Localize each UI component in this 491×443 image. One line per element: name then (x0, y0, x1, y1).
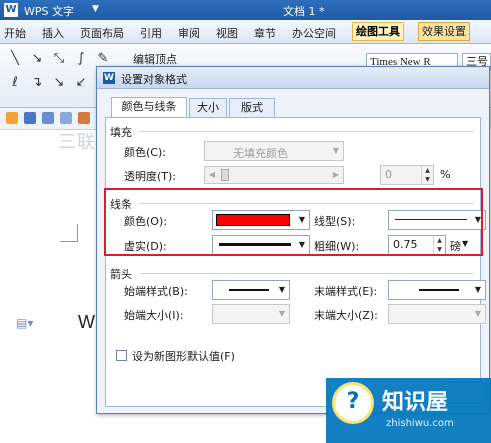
divider (140, 273, 474, 274)
title-bar: W WPS 文字 ▼ 文档 1 * (0, 0, 491, 20)
set-default-checkbox[interactable] (116, 350, 127, 361)
paragraph-icon[interactable]: ▤▾ (16, 316, 33, 330)
arrow-down-right-icon[interactable]: ↘ (50, 74, 68, 92)
tab-drawing-tools[interactable]: 绘图工具 (352, 22, 404, 41)
quick-access-bar (0, 108, 100, 130)
document-title: 文档 1 * (283, 5, 325, 18)
chevron-left-icon[interactable]: ◀ (205, 169, 219, 181)
app-name[interactable]: WPS 文字 (24, 3, 74, 19)
menu-insert[interactable]: 插入 (42, 25, 64, 41)
chevron-down-icon: ▼ (474, 285, 482, 294)
dialog-title: 设置对象格式 (121, 73, 187, 86)
menu-office-space[interactable]: 办公空间 (292, 25, 336, 41)
zhishiwu-logo: ? 知识屋 zhishiwu.com (326, 378, 491, 443)
tab-size[interactable]: 大小 (189, 98, 227, 117)
edit-vertex-button[interactable]: 编辑顶点 (133, 51, 177, 67)
lightbulb-icon: ? (332, 382, 374, 424)
freeform-icon[interactable]: ℓ (6, 74, 24, 92)
tab-effect-settings[interactable]: 效果设置 (418, 22, 470, 41)
menu-page-layout[interactable]: 页面布局 (80, 25, 124, 41)
undo-icon[interactable] (78, 112, 90, 124)
colors-lines-panel: 填充 颜色(C): 无填充颜色 ▼ 透明度(T): ◀ ▶ 0 ▲ ▼ % 线条 … (105, 117, 486, 407)
spin-buttons-icon[interactable]: ▲ ▼ (421, 166, 433, 184)
dialog-title-bar: W 设置对象格式 (97, 67, 489, 89)
fill-color-select[interactable]: 无填充颜色 ▼ (204, 141, 344, 161)
tab-colors-and-lines[interactable]: 颜色与线条 (111, 97, 187, 117)
save-icon[interactable] (24, 112, 36, 124)
fill-section-label: 填充 (110, 126, 132, 139)
document-text: W (78, 312, 95, 332)
print-icon[interactable] (42, 112, 54, 124)
set-default-label[interactable]: 设为新图形默认值(F) (132, 348, 235, 364)
begin-size-select[interactable]: ▼ (212, 304, 290, 324)
menu-view[interactable]: 视图 (216, 25, 238, 41)
arrow-style-sample (229, 289, 269, 291)
slider-thumb[interactable] (221, 169, 229, 181)
arrow-style-sample (419, 289, 459, 291)
end-style-label: 末端样式(E): (314, 285, 378, 298)
wps-logo-icon: W (4, 3, 18, 17)
line-section-highlight (104, 188, 483, 256)
end-size-select[interactable]: ▼ (388, 304, 486, 324)
transparency-slider[interactable]: ◀ ▶ (204, 166, 344, 184)
arrow-icon[interactable]: ↘ (28, 50, 46, 68)
fill-color-label: 颜色(C): (124, 146, 166, 159)
menu-chapter[interactable]: 章节 (254, 25, 276, 41)
divider (140, 131, 474, 132)
end-style-select[interactable]: ▼ (388, 280, 486, 300)
brand-name: 知识屋 (382, 390, 449, 415)
chevron-down-icon: ▼ (278, 285, 286, 294)
menu-bar: 开始 插入 页面布局 引用 审阅 视图 章节 办公空间 绘图工具 效果设置 (0, 20, 491, 44)
chevron-down-icon: ▼ (332, 146, 340, 155)
wps-logo-icon: W (103, 72, 115, 84)
brand-icon-glyph: ? (346, 389, 360, 414)
fill-color-value: 无填充颜色 (233, 147, 288, 160)
menu-home[interactable]: 开始 (4, 25, 26, 41)
chevron-right-icon[interactable]: ▶ (329, 169, 343, 181)
app-menu-dropdown-icon[interactable]: ▼ (92, 4, 99, 14)
line-icon[interactable]: ╲ (6, 50, 24, 68)
double-arrow-icon[interactable]: ⤡ (50, 50, 68, 68)
curve-icon[interactable]: ∫ (72, 50, 90, 68)
transparency-label: 透明度(T): (124, 170, 177, 183)
chevron-down-icon: ▼ (474, 309, 482, 318)
tab-layout[interactable]: 版式 (229, 98, 275, 117)
brand-url: zhishiwu.com (386, 418, 454, 429)
open-icon[interactable] (6, 112, 18, 124)
menu-review[interactable]: 审阅 (178, 25, 200, 41)
percent-unit: % (440, 168, 451, 181)
page-margin-marker (60, 224, 78, 242)
transparency-input[interactable]: 0 ▲ ▼ (380, 165, 434, 185)
chevron-down-icon: ▼ (278, 309, 286, 318)
arrow-down-left-icon[interactable]: ↙ (72, 74, 90, 92)
begin-size-label: 始端大小(I): (124, 309, 184, 322)
curve-arrow-icon[interactable]: ↴ (28, 74, 46, 92)
menu-references[interactable]: 引用 (140, 25, 162, 41)
arrows-section-label: 箭头 (110, 268, 132, 281)
begin-style-select[interactable]: ▼ (212, 280, 290, 300)
transparency-value: 0 (385, 168, 392, 181)
end-size-label: 末端大小(Z): (314, 309, 378, 322)
begin-style-label: 始端样式(B): (124, 285, 188, 298)
preview-icon[interactable] (60, 112, 72, 124)
